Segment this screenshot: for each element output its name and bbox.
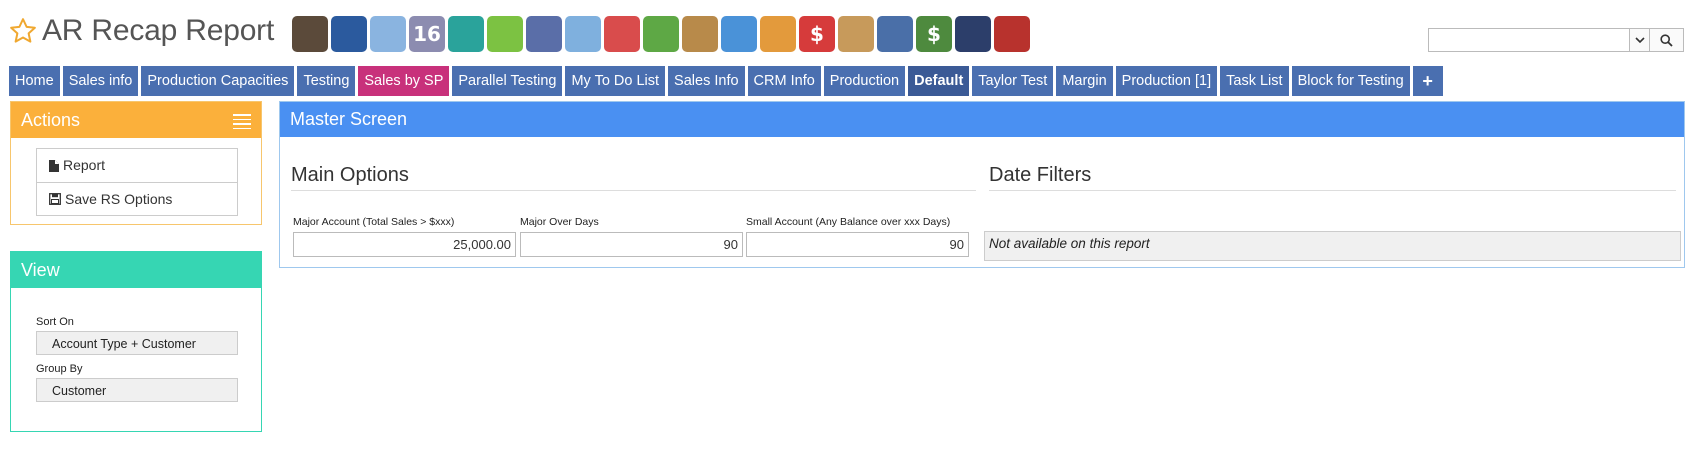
major-over-days-label: Major Over Days xyxy=(520,216,599,228)
report-button[interactable]: Report xyxy=(37,149,237,182)
major-account-label: Major Account (Total Sales > $xxx) xyxy=(293,216,455,228)
date-filters-note: Not available on this report xyxy=(984,231,1681,261)
tab-margin[interactable]: Margin xyxy=(1056,66,1113,96)
main-options-title: Main Options xyxy=(291,164,409,186)
sort-on-select[interactable]: Account Type + Customer xyxy=(36,331,238,355)
star-outline-icon[interactable] xyxy=(8,16,38,46)
tab-my-to-do-list[interactable]: My To Do List xyxy=(565,66,666,96)
tab-sales-info[interactable]: Sales info xyxy=(62,66,139,96)
hamburger-menu-icon[interactable] xyxy=(233,114,251,129)
clipboard-icon[interactable] xyxy=(838,16,874,52)
tab-block-for-testing[interactable]: Block for Testing xyxy=(1291,66,1410,96)
tab-sales-info[interactable]: Sales Info xyxy=(668,66,745,96)
bank-icon[interactable] xyxy=(292,16,328,52)
title-group: AR Recap Report xyxy=(8,14,274,48)
master-screen-header: Master Screen xyxy=(280,102,1684,137)
search-dropdown-button[interactable] xyxy=(1629,28,1650,52)
save-rs-options-button[interactable]: Save RS Options xyxy=(37,182,237,215)
date-filters-title: Date Filters xyxy=(989,164,1092,186)
view-panel: View Sort On Account Type + Customer Gro… xyxy=(10,251,262,432)
date-filters-divider xyxy=(989,190,1676,191)
tab-sales-by-sp[interactable]: Sales by SP xyxy=(358,66,450,96)
search-input[interactable] xyxy=(1428,28,1629,52)
toolbar-icons: 16 $ $ xyxy=(292,16,1033,52)
tab-testing[interactable]: Testing xyxy=(297,66,356,96)
group-by-label: Group By xyxy=(36,363,83,375)
tab-task-list[interactable]: Task List xyxy=(1220,66,1289,96)
major-account-input[interactable]: 25,000.00 xyxy=(293,232,516,257)
spreadsheet-icon[interactable] xyxy=(526,16,562,52)
app-header: AR Recap Report 16 $ $ xyxy=(0,0,1692,62)
tab-parallel-testing[interactable]: Parallel Testing xyxy=(452,66,563,96)
safe-icon[interactable] xyxy=(955,16,991,52)
dollar-chat-icon[interactable]: $ xyxy=(799,16,835,52)
tab-home[interactable]: Home xyxy=(9,66,60,96)
box-upload-icon[interactable] xyxy=(721,16,757,52)
major-over-days-input[interactable]: 90 xyxy=(520,232,743,257)
floppy-disk-icon xyxy=(49,193,61,205)
small-account-input[interactable]: 90 xyxy=(746,232,969,257)
chevron-down-icon xyxy=(1634,37,1645,44)
pencil-note-icon[interactable] xyxy=(877,16,913,52)
checkmark-icon[interactable] xyxy=(487,16,523,52)
factory-icon[interactable] xyxy=(994,16,1030,52)
clock-icon[interactable] xyxy=(448,16,484,52)
actions-title: Actions xyxy=(21,110,81,130)
report-label: Report xyxy=(63,157,106,173)
basket-icon[interactable] xyxy=(643,16,679,52)
tab-production[interactable]: Production xyxy=(823,66,906,96)
master-screen-panel: Master Screen Main Options Date Filters … xyxy=(279,101,1685,268)
tab-add[interactable]: + xyxy=(1412,66,1443,96)
page-title: AR Recap Report xyxy=(42,14,275,47)
actions-header: Actions xyxy=(11,102,261,138)
view-header: View xyxy=(11,252,261,288)
tab-production-1[interactable]: Production [1] xyxy=(1115,66,1218,96)
user-icon[interactable] xyxy=(331,16,367,52)
tab-taylor-test[interactable]: Taylor Test xyxy=(972,66,1054,96)
main-options-divider xyxy=(291,190,976,191)
small-account-label: Small Account (Any Balance over xxx Days… xyxy=(746,216,951,228)
calendar-icon[interactable]: 16 xyxy=(409,16,445,52)
search-button[interactable] xyxy=(1650,28,1684,52)
group-by-select[interactable]: Customer xyxy=(36,378,238,402)
weather-icon[interactable] xyxy=(370,16,406,52)
search-icon xyxy=(1660,33,1673,47)
bus-icon[interactable] xyxy=(604,16,640,52)
search-box xyxy=(1428,28,1686,52)
tab-bar: Home Sales info Production Capacities Testi… xyxy=(9,66,1446,96)
tab-crm-info[interactable]: CRM Info xyxy=(747,66,821,96)
save-rs-options-label: Save RS Options xyxy=(65,190,173,207)
document-icon xyxy=(49,159,59,172)
actions-panel: Actions Report Save RS Options xyxy=(10,101,262,225)
money-stack-icon[interactable]: $ xyxy=(916,16,952,52)
magnifier-icon[interactable] xyxy=(565,16,601,52)
handshake-icon[interactable] xyxy=(760,16,796,52)
inbox-download-icon[interactable] xyxy=(682,16,718,52)
sort-on-label: Sort On xyxy=(36,316,74,328)
tab-production-capacities[interactable]: Production Capacities xyxy=(141,66,295,96)
view-title: View xyxy=(21,260,60,280)
tab-default[interactable]: Default xyxy=(908,66,970,96)
action-list: Report Save RS Options xyxy=(36,148,238,216)
